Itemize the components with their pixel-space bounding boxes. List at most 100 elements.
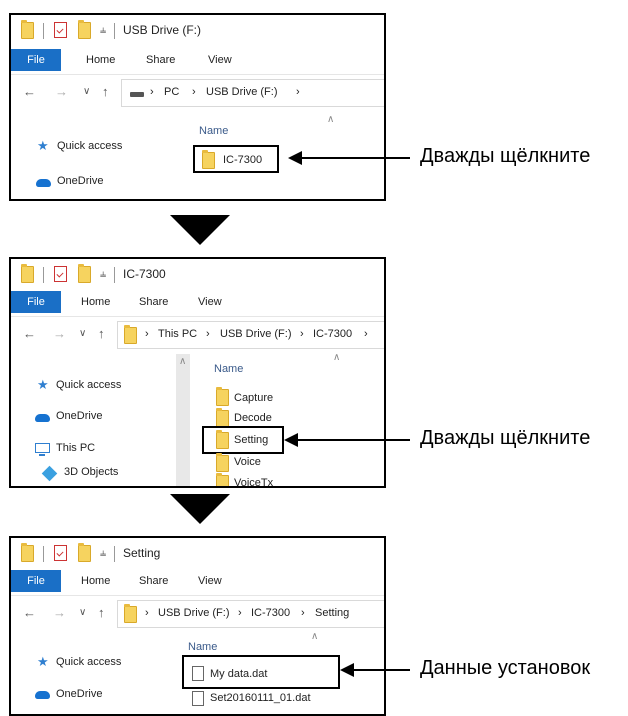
down-arrow [170,494,230,524]
separator [43,23,44,39]
forward-icon[interactable]: → [55,84,68,99]
breadcrumb-ic-7300[interactable]: IC-7300 [251,607,290,619]
tab-view[interactable]: View [198,570,222,592]
new-folder-icon[interactable] [78,543,91,562]
folder-icon [216,473,229,486]
breadcrumb-sep: › [206,328,210,340]
sidebar-item-quick-access[interactable]: Quick access [57,140,122,152]
separator [43,546,44,562]
recent-locations-icon[interactable]: ∨ [79,607,86,618]
ribbon: File Home Share View [11,291,384,313]
address-box[interactable]: › USB Drive (F:) › IC-7300 › Setting [117,600,384,628]
sidebar-item-quick-access[interactable]: Quick access [56,656,121,668]
sidebar-item-onedrive[interactable]: OneDrive [57,175,103,187]
sidebar-item-this-pc[interactable]: This PC [56,442,95,454]
forward-icon[interactable]: → [53,326,66,341]
new-folder-icon[interactable] [78,20,91,39]
ribbon: File Home Share View [11,49,384,71]
up-icon[interactable]: ↑ [98,605,105,620]
folder-icon [21,543,34,562]
quick-access-dropdown-icon[interactable]: ⫨ [100,24,106,37]
list-item[interactable]: My data.dat [210,668,267,680]
list-item[interactable]: VoiceTx [234,477,273,486]
folder-icon [216,430,229,449]
callout-arrowhead [288,151,302,165]
list-item[interactable]: Setting [234,434,268,446]
list-item[interactable]: IC-7300 [223,154,262,166]
address-bar-row: ← → ∨ ↑ › This PC › USB Drive (F:) › IC-… [11,316,384,353]
up-icon[interactable]: ↑ [98,326,105,341]
folder-icon [124,604,137,623]
back-icon[interactable]: ← [23,84,36,99]
breadcrumb-ic-7300[interactable]: IC-7300 [313,328,352,340]
list-item[interactable]: Capture [234,392,273,404]
tab-home[interactable]: Home [86,49,115,71]
tab-share[interactable]: Share [146,49,175,71]
sidebar-item-onedrive[interactable]: OneDrive [56,688,102,700]
ribbon: File Home Share View [11,570,384,592]
callout-text: Дважды щёлкните [420,427,591,449]
back-icon[interactable]: ← [23,605,36,620]
list-item[interactable]: Decode [234,412,272,424]
list-item[interactable]: Set20160111_01.dat [210,692,311,704]
up-icon[interactable]: ↑ [102,84,109,99]
3d-objects-icon [41,465,58,482]
address-bar-row: ← → ∨ ↑ › PC › USB Drive (F:) › [11,74,384,111]
tab-home[interactable]: Home [81,570,110,592]
breadcrumb-usb-drive[interactable]: USB Drive (F:) [158,607,230,619]
forward-icon[interactable]: → [53,605,66,620]
tab-share[interactable]: Share [139,570,168,592]
pc-icon [35,443,50,456]
scroll-up-icon[interactable]: ∧ [179,356,186,367]
sidebar-item-onedrive[interactable]: OneDrive [56,410,102,422]
down-arrow [170,215,230,245]
list-item[interactable]: Voice [234,456,261,468]
quick-access-dropdown-icon[interactable]: ⫨ [100,268,106,281]
tab-share[interactable]: Share [139,291,168,313]
breadcrumb-sep: › [238,607,242,619]
folder-icon [21,264,34,283]
explorer-window-setting: ⫨ Setting File Home Share View ← → ∨ ↑ ›… [9,536,386,716]
quick-access-dropdown-icon[interactable]: ⫨ [100,547,106,560]
tab-file[interactable]: File [11,49,61,71]
separator [114,267,115,283]
folder-icon [216,453,229,472]
breadcrumb-this-pc[interactable]: This PC [158,328,197,340]
address-bar-row: ← → ∨ ↑ › USB Drive (F:) › IC-7300 › Set… [11,595,384,632]
window-title: IC-7300 [123,267,166,281]
breadcrumb-pc[interactable]: PC [164,86,179,98]
folder-icon [124,325,137,344]
tab-file[interactable]: File [11,570,61,592]
address-box[interactable]: › PC › USB Drive (F:) › [121,79,384,107]
explorer-window-ic-7300: ⫨ IC-7300 File Home Share View ← → ∨ ↑ ›… [9,257,386,488]
properties-icon[interactable] [54,22,67,38]
drive-icon [130,92,144,97]
column-header-name[interactable]: Name [188,641,217,653]
breadcrumb-usb-drive[interactable]: USB Drive (F:) [220,328,292,340]
recent-locations-icon[interactable]: ∨ [79,328,86,339]
callout-arrowhead [284,433,298,447]
tab-view[interactable]: View [198,291,222,313]
sidebar-item-quick-access[interactable]: Quick access [56,379,121,391]
tab-home[interactable]: Home [81,291,110,313]
sidebar-scrollbar[interactable] [176,354,190,486]
breadcrumb-sep: › [300,328,304,340]
properties-icon[interactable] [54,266,67,282]
sidebar-item-3d-objects[interactable]: 3D Objects [64,466,118,478]
new-folder-icon[interactable] [78,264,91,283]
callout-text: Дважды щёлкните [420,145,591,167]
tab-view[interactable]: View [208,49,232,71]
breadcrumb-sep: › [301,607,305,619]
title-bar: ⫨ Setting [11,538,384,570]
properties-icon[interactable] [54,545,67,561]
tab-file[interactable]: File [11,291,61,313]
column-header-name[interactable]: Name [199,125,228,137]
callout-line [300,157,410,159]
address-box[interactable]: › This PC › USB Drive (F:) › IC-7300 › [117,321,384,349]
breadcrumb-usb-drive[interactable]: USB Drive (F:) [206,86,278,98]
back-icon[interactable]: ← [23,326,36,341]
recent-locations-icon[interactable]: ∨ [83,86,90,97]
callout-text: Данные установок [420,657,591,679]
column-header-name[interactable]: Name [214,363,243,375]
breadcrumb-setting[interactable]: Setting [315,607,349,619]
